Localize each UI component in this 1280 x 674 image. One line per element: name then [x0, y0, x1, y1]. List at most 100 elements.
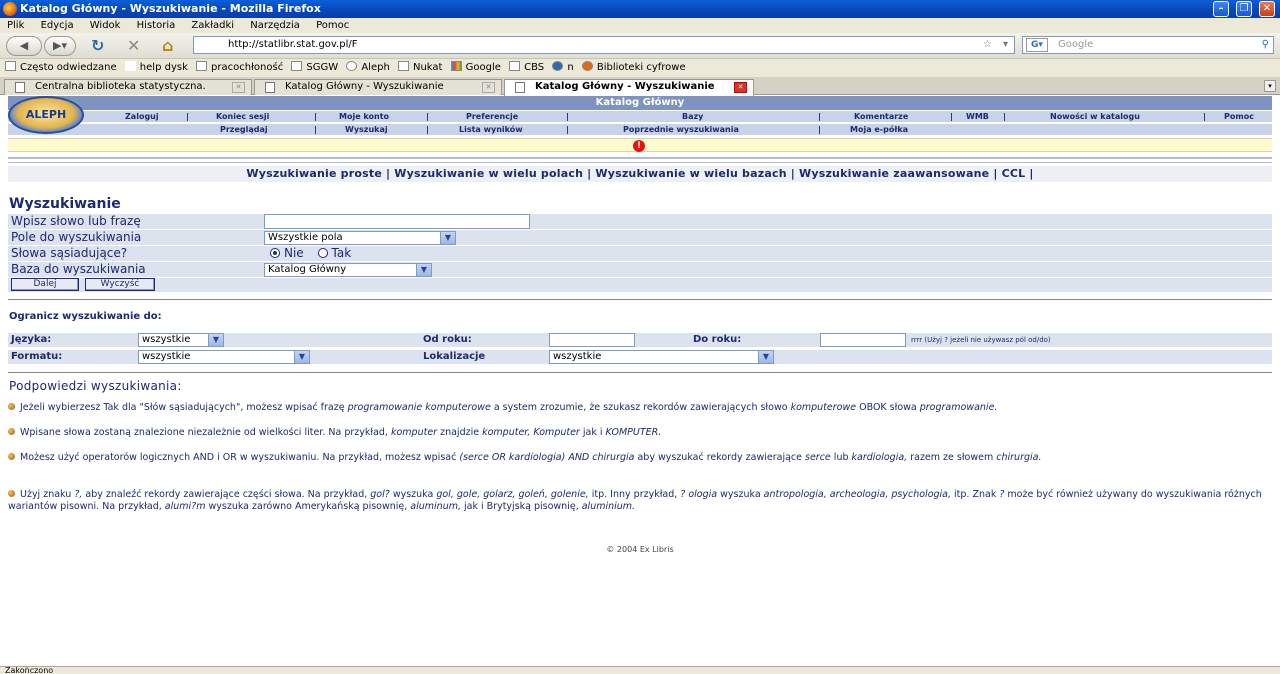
search-engine-icon[interactable]: G▾: [1026, 38, 1048, 52]
page-icon: [509, 61, 521, 71]
field-label: Pole do wyszukiwania: [11, 230, 142, 244]
link-e-shelf[interactable]: Moja e-półka: [850, 124, 908, 135]
tab-list-icon[interactable]: ▾: [1264, 80, 1276, 92]
bookmark-biblioteki-cyfrowe[interactable]: Biblioteki cyfrowe: [581, 59, 686, 77]
tab-close-icon[interactable]: ✕: [482, 82, 495, 93]
chevron-down-icon: ▼: [440, 232, 455, 244]
status-bar: Zakończono: [0, 666, 1280, 674]
menu-history[interactable]: Historia: [137, 20, 176, 31]
tab-close-icon[interactable]: ✕: [734, 82, 747, 93]
link-search[interactable]: Wyszukaj: [345, 124, 388, 135]
page-icon: [397, 61, 409, 71]
form-row-adjacent: Słowa sąsiadujące? Nie Tak: [8, 246, 1272, 261]
hint-adjacent: Jeżeli wybierzesz Tak dla "Słów sąsiaduj…: [8, 402, 1272, 414]
tab-katalog-active[interactable]: Katalog Główny - Wyszukiwanie ✕: [504, 79, 754, 96]
link-databases[interactable]: Bazy: [682, 111, 703, 122]
link-result-list[interactable]: Lista wyników: [459, 124, 523, 135]
folder-icon: [5, 61, 16, 71]
divider: [8, 372, 1272, 373]
tab-close-icon[interactable]: ✕: [232, 82, 245, 93]
aleph-menu-row1: Zaloguj | Koniec sesji | Moje konto | Pr…: [8, 111, 1272, 122]
location-select[interactable]: wszystkie ▼: [549, 350, 774, 364]
adjacent-label: Słowa sąsiadujące?: [11, 246, 128, 260]
library-icon: [581, 61, 593, 71]
forward-button[interactable]: ▶▾: [44, 36, 76, 56]
bookmark-sggw[interactable]: SGGW: [291, 59, 338, 77]
link-end-session[interactable]: Koniec sesji: [216, 111, 269, 122]
home-icon[interactable]: ⌂: [162, 36, 173, 56]
bookmark-cbs[interactable]: CBS: [509, 59, 544, 77]
stop-icon[interactable]: ✕: [127, 36, 140, 56]
reload-icon[interactable]: ↻: [91, 36, 104, 56]
format-select[interactable]: wszystkie ▼: [138, 350, 310, 364]
bookmark-google[interactable]: Google: [450, 59, 501, 77]
bookmark-star-icon[interactable]: ☆: [983, 37, 992, 53]
base-select[interactable]: Katalog Główny ▼: [264, 263, 432, 277]
bookmark-nukat[interactable]: Nukat: [397, 59, 442, 77]
url-dropdown-icon[interactable]: ▾: [1003, 37, 1008, 53]
menu-help[interactable]: Pomoc: [316, 20, 349, 31]
hint-case: Wpisane słowa zostaną znalezione niezale…: [8, 427, 1272, 439]
bullet-icon: [8, 403, 15, 410]
page-title: Wyszukiwanie: [9, 196, 121, 212]
form-row-base: Baza do wyszukiwania: [8, 262, 1272, 277]
limits-heading: Ogranicz wyszukiwanie do:: [9, 311, 162, 322]
page-icon: [265, 82, 275, 93]
format-select-value: wszystkie: [142, 351, 191, 362]
to-year-input[interactable]: [820, 333, 906, 347]
footer-copyright: © 2004 Ex Libris: [606, 545, 674, 554]
close-button[interactable]: ✕: [1259, 1, 1275, 17]
format-label: Formatu:: [11, 351, 63, 362]
field-select-value: Wszystkie pola: [268, 232, 343, 243]
radio-no[interactable]: [270, 248, 280, 258]
aleph-icon: [346, 61, 358, 71]
bookmark-pracochlonosc[interactable]: pracochłoność: [196, 59, 283, 77]
n-icon: [552, 61, 564, 71]
link-help[interactable]: Pomoc: [1224, 111, 1254, 122]
search-box[interactable]: G▾ Google ⚲: [1022, 36, 1274, 54]
link-browse[interactable]: Przeglądaj: [220, 124, 268, 135]
aleph-logo: ALEPH: [8, 96, 84, 134]
submit-button[interactable]: Dalej: [11, 278, 79, 291]
menu-edit[interactable]: Edycja: [41, 20, 74, 31]
help-icon: [124, 61, 136, 71]
menu-tools[interactable]: Narzędzia: [250, 20, 300, 31]
divider: [8, 162, 1272, 163]
back-button[interactable]: ◀: [6, 36, 42, 56]
tab-centralna[interactable]: Centralna biblioteka statystyczna. ✕: [4, 79, 252, 95]
minimize-button[interactable]: –: [1213, 1, 1229, 17]
search-icon[interactable]: ⚲: [1262, 37, 1269, 53]
address-bar[interactable]: http://statlibr.stat.gov.pl/F ☆ ▾: [193, 36, 1015, 54]
bookmark-n[interactable]: n: [552, 59, 574, 77]
divider: [8, 299, 1272, 300]
link-login[interactable]: Zaloguj: [125, 111, 159, 122]
maximize-button[interactable]: ❐: [1236, 1, 1252, 17]
menu-file[interactable]: Plik: [7, 20, 24, 31]
link-previous-searches[interactable]: Poprzednie wyszukiwania: [623, 124, 739, 135]
link-my-account[interactable]: Moje konto: [339, 111, 389, 122]
aleph-menu-row2: Przeglądaj | Wyszukaj | Lista wyników | …: [8, 124, 1272, 135]
link-comments[interactable]: Komentarze: [854, 111, 908, 122]
phrase-input[interactable]: [264, 214, 530, 229]
warning-icon: !: [633, 140, 645, 152]
tab-katalog-1[interactable]: Katalog Główny - Wyszukiwanie ✕: [254, 79, 502, 95]
bookmark-aleph[interactable]: Aleph: [346, 59, 390, 77]
link-new-in-catalog[interactable]: Nowości w katalogu: [1050, 111, 1140, 122]
search-mode-links[interactable]: Wyszukiwanie proste | Wyszukiwanie w wie…: [8, 166, 1272, 182]
bookmark-help-dysk[interactable]: help dysk: [124, 59, 188, 77]
google-icon: [450, 61, 462, 71]
from-year-input[interactable]: [549, 333, 635, 347]
link-wmb[interactable]: WMB: [966, 111, 989, 122]
link-preferences[interactable]: Preferencje: [466, 111, 518, 122]
menu-bookmarks[interactable]: Zakładki: [191, 20, 234, 31]
field-select[interactable]: Wszystkie pola ▼: [264, 231, 456, 245]
location-label: Lokalizacje: [423, 351, 486, 362]
location-select-value: wszystkie: [553, 351, 602, 362]
bookmark-frequent[interactable]: Często odwiedzane: [5, 59, 117, 77]
menu-view[interactable]: Widok: [90, 20, 121, 31]
radio-yes[interactable]: [317, 248, 328, 258]
language-select[interactable]: wszystkie ▼: [138, 333, 224, 347]
base-label: Baza do wyszukiwania: [11, 262, 146, 276]
radio-no-label: Nie: [284, 246, 304, 260]
clear-button[interactable]: Wyczyść: [85, 278, 155, 291]
